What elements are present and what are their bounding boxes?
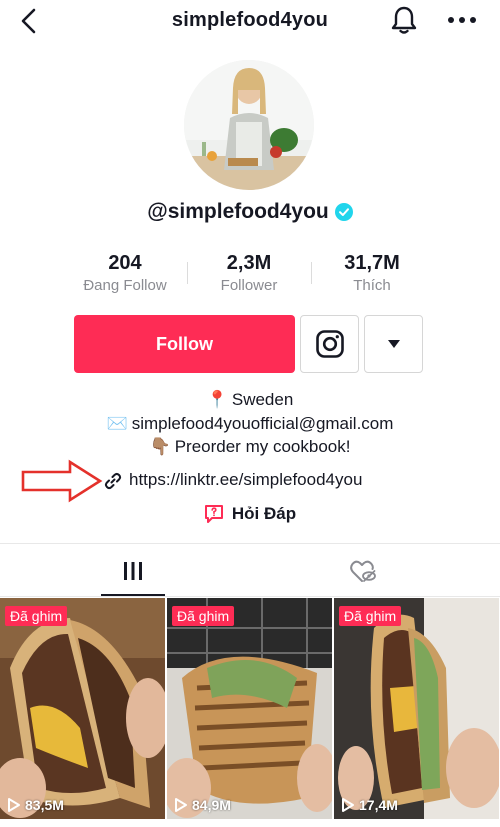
page-title: simplefood4you xyxy=(171,9,329,31)
tab-videos[interactable] xyxy=(8,544,258,597)
instagram-icon xyxy=(315,330,344,358)
active-tab-indicator xyxy=(101,594,165,596)
top-bar: simplefood4you xyxy=(0,0,500,44)
liked-hidden-icon xyxy=(350,560,376,582)
play-icon xyxy=(8,798,20,812)
stat-value: 2,3M xyxy=(226,252,272,274)
suggested-accounts-dropdown[interactable] xyxy=(364,315,423,373)
stat-value: 31,7M xyxy=(344,252,400,274)
video-thumbnail-image xyxy=(167,598,332,819)
more-horizontal-icon xyxy=(448,17,476,23)
stat-value: 204 xyxy=(108,252,142,274)
view-count-text: 84,9M xyxy=(192,797,231,813)
view-count: 17,4M xyxy=(341,797,398,813)
pinned-badge: Đã ghim xyxy=(172,606,235,626)
bio-location: 📍 Sweden xyxy=(0,389,500,411)
play-icon xyxy=(175,798,187,812)
notifications-button[interactable] xyxy=(388,4,420,36)
handle-row: @simplefood4you xyxy=(0,200,500,224)
stat-label: Follower xyxy=(220,277,278,294)
qa-label: Hỏi Đáp xyxy=(231,504,297,523)
more-options-button[interactable] xyxy=(444,6,480,34)
video-thumbnail-image xyxy=(0,598,165,819)
video-grid: Đã ghim 83,5M Đã ghim 84,9M Đã ghim 17,4… xyxy=(0,598,500,827)
profile-stats: 204 Đang Follow 2,3M Follower 31,7M Thíc… xyxy=(0,252,500,298)
avatar[interactable] xyxy=(184,60,314,190)
instagram-button[interactable] xyxy=(300,315,359,373)
preorder-text: Preorder my cookbook! xyxy=(174,437,351,456)
stat-likes: 31,7M Thích xyxy=(307,252,437,294)
stat-label: Thích xyxy=(353,277,391,294)
view-count-text: 17,4M xyxy=(359,797,398,813)
view-count-text: 83,5M xyxy=(25,797,64,813)
bio-email: ✉️ simplefood4youofficial@gmail.com xyxy=(0,413,500,435)
caret-down-icon xyxy=(387,340,400,348)
tab-liked[interactable] xyxy=(238,544,488,597)
follow-button[interactable]: Follow xyxy=(74,315,295,373)
play-icon xyxy=(342,798,354,812)
bio-link[interactable]: https://linktr.ee/simplefood4you xyxy=(129,470,362,490)
location-text: Sweden xyxy=(231,390,294,409)
red-arrow-icon xyxy=(21,459,103,503)
link-icon xyxy=(104,472,122,490)
pinned-badge: Đã ghim xyxy=(339,606,402,626)
username-handle: @simplefood4you xyxy=(147,200,329,223)
view-count: 84,9M xyxy=(174,797,231,813)
pin-emoji-icon: 📍 xyxy=(206,390,228,409)
stat-followers[interactable]: 2,3M Follower xyxy=(184,252,314,294)
verified-badge-icon xyxy=(334,203,353,221)
pinned-badge: Đã ghim xyxy=(5,606,68,626)
video-thumbnail[interactable]: Đã ghim 83,5M xyxy=(0,598,165,819)
view-count: 83,5M xyxy=(7,797,64,813)
video-thumbnail[interactable]: Đã ghim 17,4M xyxy=(334,598,499,819)
bell-icon xyxy=(391,6,417,34)
videos-grid-icon xyxy=(124,561,142,580)
video-thumbnail-image xyxy=(334,598,499,819)
stat-following[interactable]: 204 Đang Follow xyxy=(60,252,190,294)
bio-preorder: 👇🏽 Preorder my cookbook! xyxy=(0,436,500,458)
email-text: simplefood4youofficial@gmail.com xyxy=(131,414,394,433)
bio-link-row: https://linktr.ee/simplefood4you xyxy=(0,459,500,503)
stat-label: Đang Follow xyxy=(83,277,167,294)
envelope-emoji-icon: ✉️ xyxy=(106,414,128,433)
profile-tabs xyxy=(0,543,500,597)
qa-button[interactable]: Hỏi Đáp xyxy=(0,504,500,524)
pointing-down-emoji-icon: 👇🏽 xyxy=(149,437,171,456)
qa-chat-icon xyxy=(204,505,223,523)
video-thumbnail[interactable]: Đã ghim 84,9M xyxy=(167,598,332,819)
